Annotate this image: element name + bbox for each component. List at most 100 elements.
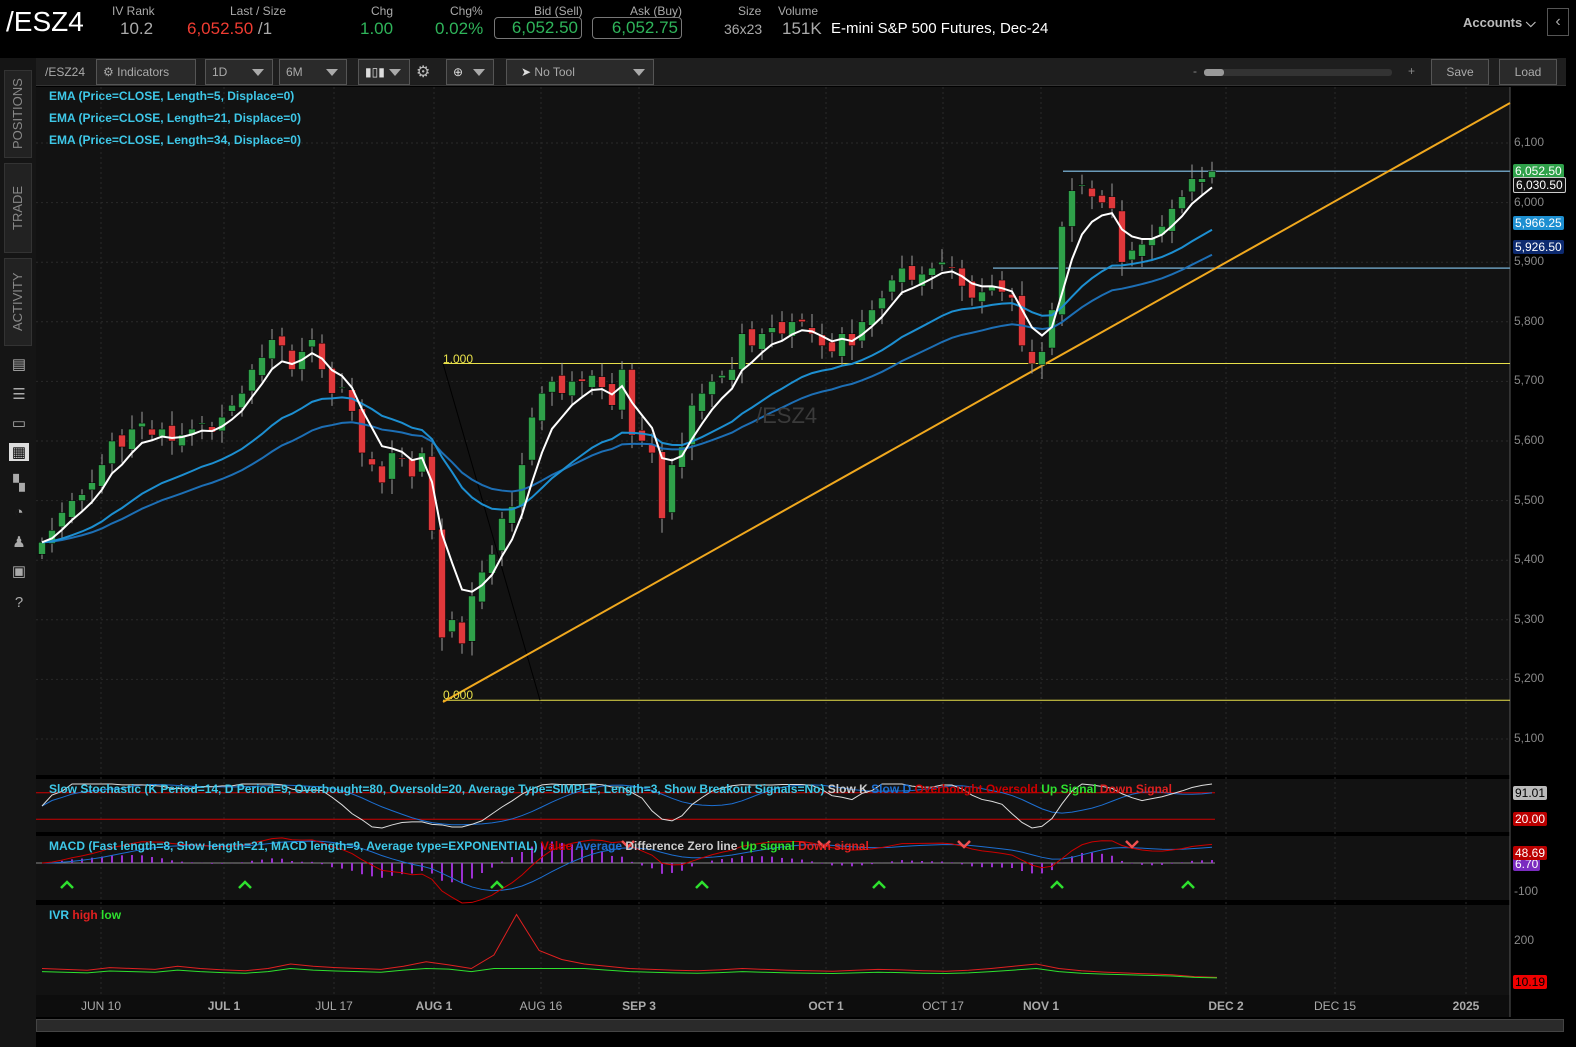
time-tick-label: OCT 1 <box>808 999 844 1013</box>
candle-body <box>668 464 676 513</box>
legend-slow-k: Slow K <box>827 782 868 796</box>
horizontal-scrollbar[interactable] <box>36 1019 1564 1032</box>
legend-average: Average <box>575 839 623 853</box>
candle-body <box>598 376 606 388</box>
ema21-tag: 5,966.25 <box>1513 216 1564 230</box>
candle-body <box>1028 351 1036 364</box>
candle-body <box>778 321 786 334</box>
candle-body <box>1098 195 1106 203</box>
time-tick-label: JUL 17 <box>315 999 353 1013</box>
candle-body <box>978 291 986 302</box>
fib-bottom-label: 0.000 <box>443 688 474 702</box>
stochastic-title: Slow Stochastic (K Period=14, D Period=9… <box>49 782 825 796</box>
candle-body <box>88 482 96 491</box>
candle-body <box>548 381 556 393</box>
candle-body <box>118 434 126 448</box>
candle-body <box>128 428 136 450</box>
time-tick-label: AUG 1 <box>415 999 453 1013</box>
candle-body <box>1208 171 1216 178</box>
ivr-label: IVR high low <box>49 908 121 922</box>
legend-zero-line: Zero line <box>687 839 738 853</box>
legend-value: Value <box>540 839 573 853</box>
candle-body <box>68 500 76 518</box>
candle-body <box>748 328 756 346</box>
legend-slow-d: Slow D <box>871 782 912 796</box>
last-price-tag: 6,052.50 <box>1513 164 1564 178</box>
candle-body <box>38 542 46 555</box>
ema5-label: EMA (Price=CLOSE, Length=5, Displace=0) <box>49 89 295 103</box>
candle-body <box>138 422 146 427</box>
candle-body <box>998 279 1006 293</box>
price-tick-label: 5,400 <box>1514 552 1545 567</box>
time-tick-label: JUN 10 <box>80 999 122 1013</box>
fib-top-label: 1.000 <box>443 352 474 366</box>
candle-body <box>458 621 466 644</box>
candle-body <box>948 266 956 269</box>
time-tick-label: JUL 1 <box>207 999 241 1013</box>
price-tick-label: 6,000 <box>1514 194 1545 209</box>
candle-body <box>828 341 836 352</box>
candle-body <box>838 333 846 357</box>
candle-body <box>108 440 116 464</box>
candle-body <box>468 595 476 642</box>
candle-body <box>718 375 726 379</box>
candle-body <box>1078 184 1086 187</box>
ivr-pane <box>36 905 1510 995</box>
candle-body <box>708 381 716 395</box>
price-tick-label: 5,600 <box>1514 433 1545 447</box>
candle-body <box>278 335 286 346</box>
candle-body <box>538 393 546 421</box>
high-price-tag: 6,030.50 <box>1513 177 1566 193</box>
price-chart[interactable] <box>0 0 1576 1047</box>
ema21-label: EMA (Price=CLOSE, Length=21, Displace=0) <box>49 111 301 125</box>
candle-body <box>378 465 386 483</box>
ema34-tag: 5,926.50 <box>1513 240 1564 254</box>
price-tick-label: 5,700 <box>1514 373 1545 388</box>
time-tick-label: OCT 17 <box>922 999 964 1013</box>
time-tick-label: AUG 16 <box>519 999 563 1013</box>
candle-body <box>408 458 416 478</box>
candle-body <box>518 464 526 507</box>
legend-overbought: Overbought <box>914 782 983 796</box>
candle-body <box>728 369 736 381</box>
time-tick-label: 2025 <box>1452 999 1480 1013</box>
candle-body <box>878 297 886 309</box>
candle-body <box>448 619 456 632</box>
candle-body <box>248 369 256 392</box>
candle-body <box>158 428 166 437</box>
candle-body <box>1128 250 1136 261</box>
time-tick-label: NOV 1 <box>1022 999 1060 1013</box>
candle-body <box>588 375 596 388</box>
macd-axis-label: -100 <box>1514 884 1539 898</box>
oversold-tag: 20.00 <box>1513 812 1548 826</box>
candle-body <box>1188 178 1196 193</box>
stoch-k-tag: 91.01 <box>1513 786 1548 800</box>
candle-body <box>198 422 206 425</box>
candle-body <box>938 261 946 265</box>
legend-down-signal: Down signal <box>798 839 869 853</box>
candle-body <box>228 404 236 412</box>
candle-body <box>928 267 936 276</box>
price-pane <box>36 87 1510 775</box>
candle-body <box>908 265 916 281</box>
stochastic-label: Slow Stochastic (K Period=14, D Period=9… <box>49 782 1172 796</box>
candle-body <box>568 381 576 396</box>
candle-body <box>1138 244 1146 257</box>
legend-up-signal: Up Signal <box>1041 782 1097 796</box>
ivr-value-tag: 10.19 <box>1513 975 1548 989</box>
candle-body <box>898 267 906 283</box>
candle-body <box>388 452 396 480</box>
price-tick-label: 5,900 <box>1514 254 1545 269</box>
candle-body <box>308 339 316 348</box>
candle-body <box>798 319 806 323</box>
price-tick-label: 5,100 <box>1514 731 1545 745</box>
symbol-watermark: /ESZ4 <box>756 403 818 428</box>
time-tick-label: DEC 15 <box>1313 999 1357 1013</box>
candle-body <box>658 451 666 519</box>
ema34-label: EMA (Price=CLOSE, Length=34, Displace=0) <box>49 133 301 147</box>
ivr-title: IVR <box>49 908 70 922</box>
time-tick-label: SEP 3 <box>622 999 656 1013</box>
candle-body <box>338 387 346 389</box>
legend-down-signal: Down Signal <box>1099 782 1172 796</box>
macd-title: MACD (Fast length=8, Slow length=21, MAC… <box>49 839 538 853</box>
